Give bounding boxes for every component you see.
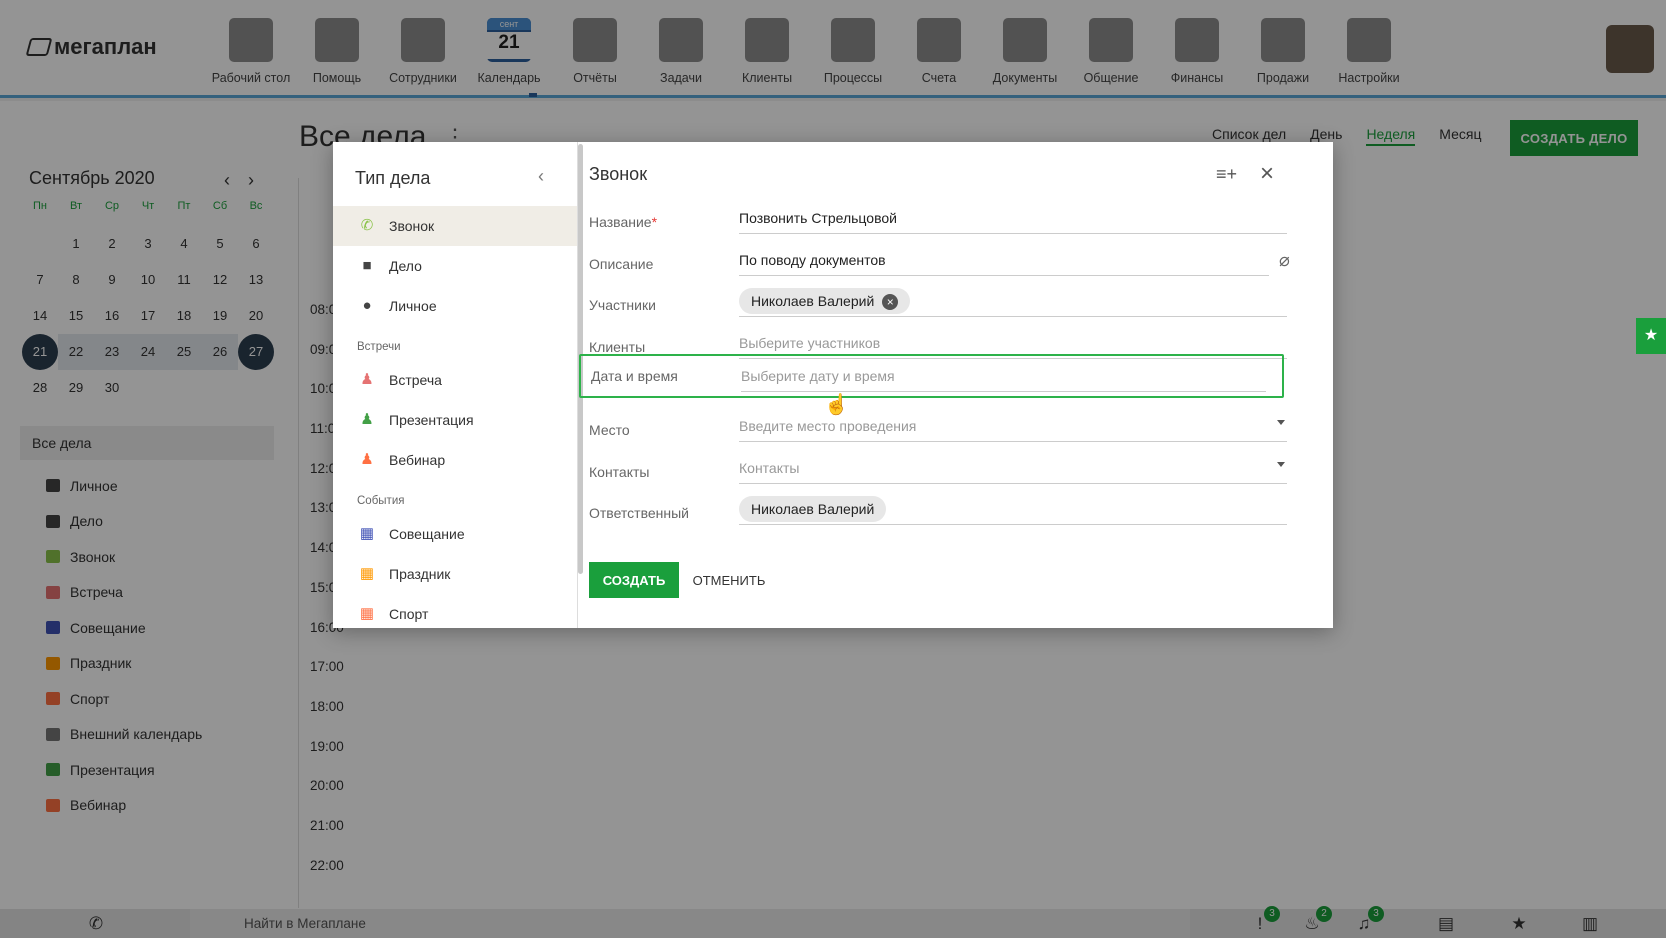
task-type-group-label: Встречи	[357, 341, 401, 353]
briefcase-icon: ■	[362, 257, 372, 274]
task-type-label: Дело	[389, 258, 422, 274]
responsible-row: Ответственный Николаев Валерий	[589, 493, 1294, 537]
datetime-field[interactable]: Выберите дату и время	[741, 360, 1266, 392]
task-type-types_meetings-2[interactable]: ♟ Вебинар	[333, 440, 577, 480]
phone-icon: ✆	[360, 217, 374, 234]
create-button[interactable]: СОЗДАТЬ	[589, 562, 679, 598]
paperclip-icon[interactable]: ⌀	[1279, 250, 1290, 271]
add-list-icon[interactable]: ≡+	[1216, 164, 1237, 185]
task-type-types_main-0[interactable]: ✆ Звонок	[333, 206, 577, 246]
place-row: Место Введите место проведения	[589, 410, 1294, 454]
calendar-icon: ▦	[359, 565, 375, 582]
task-type-label: Звонок	[389, 218, 435, 234]
task-type-types_events-2[interactable]: ▦ Спорт	[333, 594, 577, 628]
task-type-label: Спорт	[389, 606, 429, 622]
favorites-tab[interactable]: ★	[1636, 318, 1666, 354]
name-field[interactable]: Позвонить Стрельцовой	[739, 202, 1287, 234]
description-row: Описание По поводу документов ⌀	[589, 244, 1294, 288]
task-type-panel: Тип дела ‹ ✆ Звонок ■ Дело ● Личное Встречи ♟ Вс…	[333, 142, 578, 628]
place-label: Место	[589, 422, 630, 438]
task-form: Звонок ≡+ × Название* Позвонить Стрельцо…	[579, 142, 1333, 628]
remove-participant-icon[interactable]: ×	[882, 294, 899, 311]
responsible-label: Ответственный	[589, 505, 689, 521]
task-type-label: Встреча	[389, 372, 442, 388]
task-type-list: ✆ Звонок ■ Дело ● Личное Встречи ♟ Встреча ♟ Презе…	[333, 206, 577, 628]
person-icon: ●	[362, 297, 372, 314]
responsible-chip: Николаев Валерий	[739, 496, 887, 522]
datetime-row: Дата и время Выберите дату и время	[579, 354, 1284, 398]
people-icon: ♟	[360, 411, 374, 428]
task-type-label: Вебинар	[389, 452, 446, 468]
cancel-button[interactable]: ОТМЕНИТЬ	[689, 562, 769, 598]
task-type-types_main-2[interactable]: ● Личное	[333, 286, 577, 326]
description-label: Описание	[589, 256, 654, 272]
place-field[interactable]: Введите место проведения	[739, 410, 1287, 442]
name-label: Название*	[589, 214, 658, 230]
task-type-types_events-1[interactable]: ▦ Праздник	[333, 554, 577, 594]
task-type-types_events-0[interactable]: ▦ Совещание	[333, 514, 577, 554]
responsible-field[interactable]: Николаев Валерий	[739, 493, 1287, 525]
hand-cursor-icon: ☝	[824, 394, 849, 416]
task-type-label: Личное	[389, 298, 437, 314]
contacts-field[interactable]: Контакты	[739, 452, 1287, 484]
task-type-label: Праздник	[389, 566, 451, 582]
people-icon: ♟	[360, 451, 374, 468]
create-task-dialog: Тип дела ‹ ✆ Звонок ■ Дело ● Личное Встречи ♟ Вс…	[333, 142, 1333, 628]
close-icon[interactable]: ×	[1260, 160, 1274, 188]
task-type-group-label: События	[357, 495, 405, 507]
place-dropdown-icon[interactable]	[1277, 420, 1285, 425]
task-type-label: Совещание	[389, 526, 465, 542]
chevron-left-icon[interactable]: ‹	[538, 166, 544, 187]
contacts-row: Контакты Контакты	[589, 452, 1294, 496]
task-type-title: Тип дела	[355, 168, 431, 188]
task-type-types_meetings-1[interactable]: ♟ Презентация	[333, 400, 577, 440]
contacts-dropdown-icon[interactable]	[1277, 462, 1285, 467]
name-row: Название* Позвонить Стрельцовой	[589, 202, 1294, 246]
people-icon: ♟	[360, 371, 374, 388]
clients-label: Клиенты	[589, 339, 646, 355]
form-title: Звонок	[589, 164, 648, 184]
calendar-icon: ▦	[359, 605, 375, 622]
participants-row: Участники Николаев Валерий ×	[589, 285, 1294, 329]
participant-chip: Николаев Валерий ×	[739, 288, 911, 314]
contacts-label: Контакты	[589, 464, 650, 480]
task-type-types_meetings-0[interactable]: ♟ Встреча	[333, 360, 577, 400]
participants-label: Участники	[589, 297, 656, 313]
task-type-types_main-1[interactable]: ■ Дело	[333, 246, 577, 286]
task-type-label: Презентация	[389, 412, 474, 428]
datetime-label: Дата и время	[591, 368, 678, 384]
calendar-icon: ▦	[359, 525, 375, 542]
participants-field[interactable]: Николаев Валерий ×	[739, 285, 1287, 317]
description-field[interactable]: По поводу документов	[739, 244, 1269, 276]
